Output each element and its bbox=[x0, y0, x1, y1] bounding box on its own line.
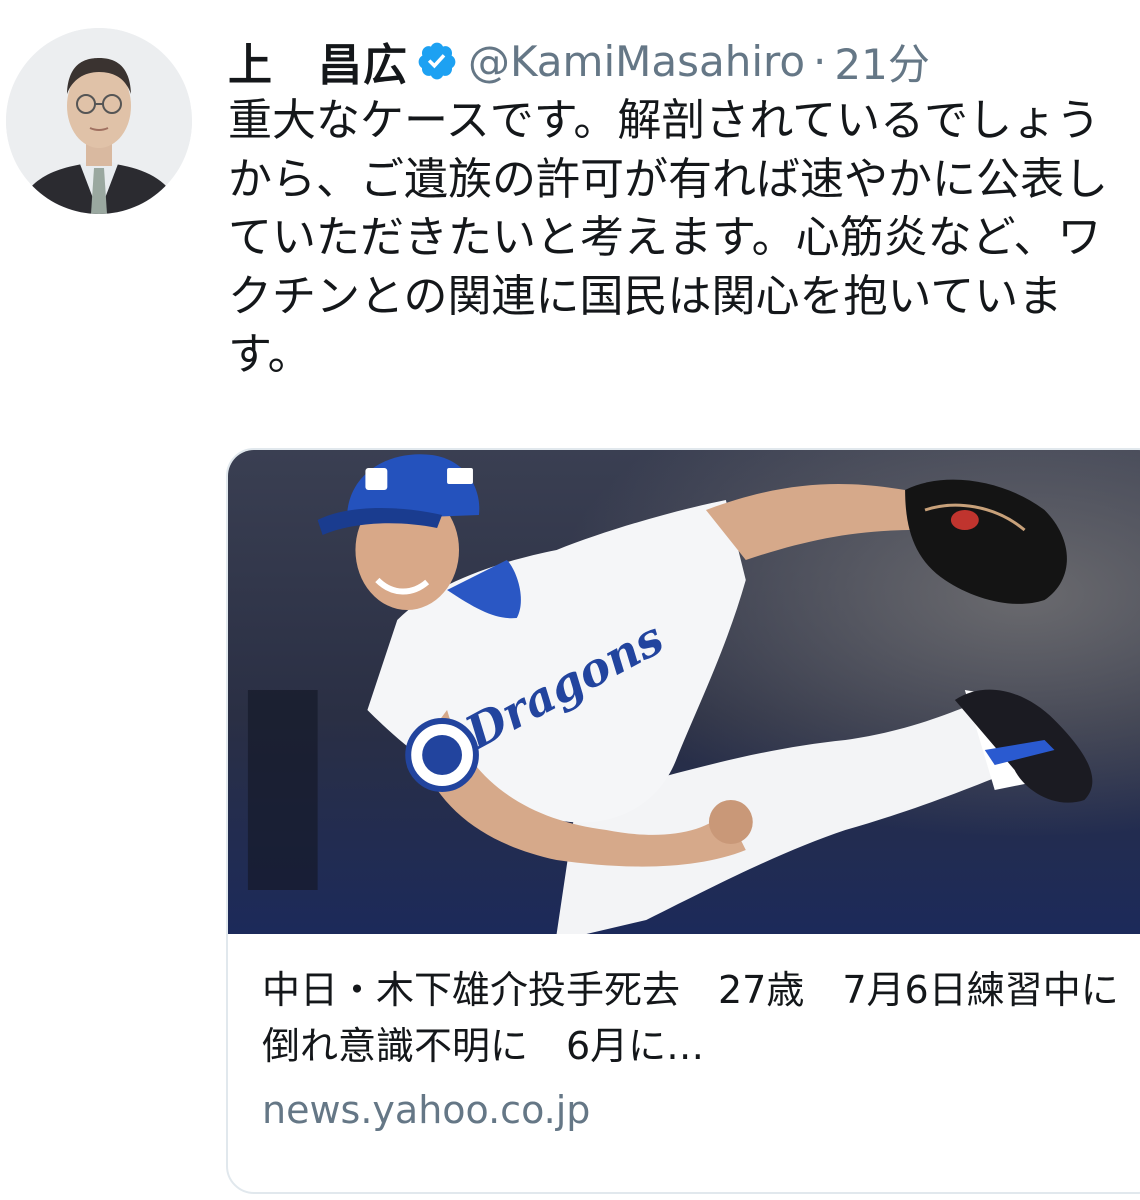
tweet-header: 上 昌広 @KamiMasahiro · 21分 bbox=[228, 26, 1140, 96]
tweet[interactable]: 上 昌広 @KamiMasahiro · 21分 重大なケースです。解剖されてい… bbox=[0, 0, 1140, 1200]
tweet-timestamp[interactable]: 21分 bbox=[834, 31, 929, 92]
baseball-pitcher-photo: Dragons bbox=[228, 450, 1140, 934]
link-card-domain: news.yahoo.co.jp bbox=[262, 1088, 591, 1132]
avatar[interactable] bbox=[6, 28, 192, 214]
link-card-image[interactable]: Dragons bbox=[228, 450, 1140, 934]
author-handle[interactable]: @KamiMasahiro bbox=[468, 37, 805, 86]
link-card[interactable]: Dragons 中日・木下雄介投手死去 27歳 7月6日練習中に倒れ意識不明に … bbox=[226, 448, 1140, 1194]
link-card-title[interactable]: 中日・木下雄介投手死去 27歳 7月6日練習中に倒れ意識不明に 6月に… bbox=[262, 962, 1122, 1074]
separator-dot: · bbox=[813, 36, 827, 86]
author-name[interactable]: 上 昌広 bbox=[228, 29, 408, 93]
tweet-text: 重大なケースです。解剖されているでしょうから、ご遺族の許可が有れば速やかに公表し… bbox=[228, 95, 1108, 380]
verified-badge-icon bbox=[416, 40, 458, 82]
profile-photo bbox=[6, 28, 192, 214]
link-card-text[interactable]: 中日・木下雄介投手死去 27歳 7月6日練習中に倒れ意識不明に 6月に… new… bbox=[262, 962, 1122, 1132]
